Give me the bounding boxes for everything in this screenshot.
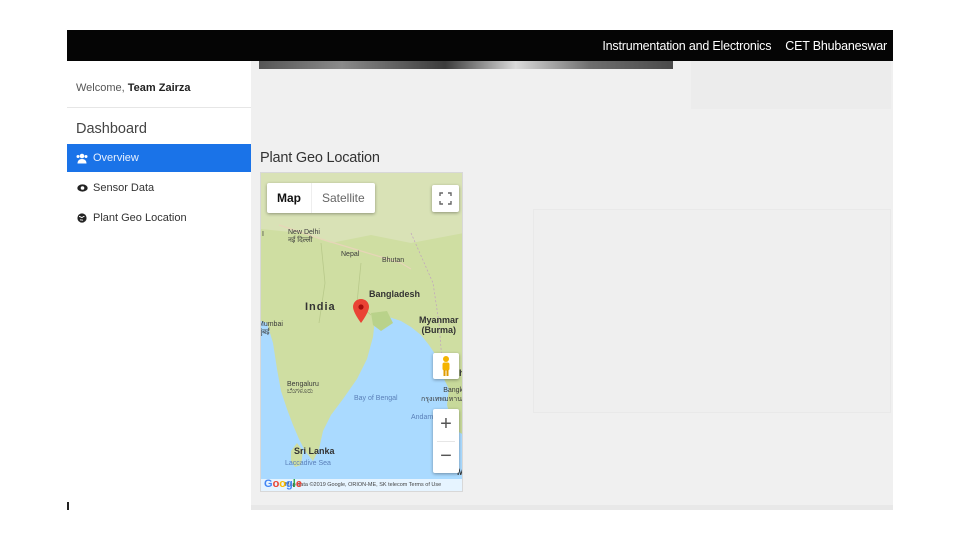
google-logo: Google [264,478,302,490]
text-cursor-icon [67,502,69,510]
map-label-andaman: Andam [411,414,434,421]
empty-card [691,61,891,109]
map-label-edge-h: h [459,368,462,378]
sidebar-item-label: Plant Geo Location [93,212,187,224]
zoom-in-button[interactable]: + [433,409,459,441]
map-label-laccadive-sea: Laccadive Sea [285,460,331,467]
eye-icon [76,182,88,194]
content-bottom-border [251,505,893,510]
main-content: Plant Geo Location Map Satellite New Del… [251,61,893,505]
sidebar-item-plant-geo-location[interactable]: Plant Geo Location [67,204,251,232]
sidebar-item-label: Overview [93,152,139,164]
map-label-bangkok: Bangkok กรุงเทพมหานคร [421,387,463,403]
zoom-out-button[interactable]: − [433,441,459,473]
sidebar-item-label: Sensor Data [93,182,155,194]
sidebar-section-title: Dashboard [76,121,147,137]
map-type-map-button[interactable]: Map [267,183,311,213]
navbar-link-department[interactable]: Instrumentation and Electronics [602,39,771,53]
map-label-edge-i: I [262,231,264,238]
map-label-bangladesh: Bangladesh [369,289,421,299]
zoom-divider [437,441,455,442]
location-marker-icon[interactable] [353,299,369,323]
navbar-link-college[interactable]: CET Bhubaneswar [785,39,887,53]
fullscreen-button[interactable] [432,185,459,212]
map-label-new-delhi: New Delhi नई दिल्ली [288,229,320,244]
zoom-control: + − [433,409,459,473]
map-type-satellite-button[interactable]: Satellite [311,183,375,213]
globe-icon [76,212,88,224]
map-label-nepal: Nepal [341,251,360,258]
welcome-user: Team Zairza [127,82,191,94]
map-label-mumbai: Mumbai मुंबई [260,321,283,336]
pegman-icon [442,356,450,376]
map-label-bengaluru: Bengaluru ಬೆಂಗಳೂರು [287,381,319,395]
welcome-text: Welcome, Team Zairza [76,82,191,94]
map-label-india: India [305,301,336,313]
banner-image [259,61,673,69]
welcome-prefix: Welcome, [76,82,125,94]
map-type-control: Map Satellite [267,183,375,213]
empty-panel [533,209,891,413]
users-icon [76,152,88,164]
map-label-bhutan: Bhutan [382,257,405,264]
map-label-sri-lanka: Sri Lanka [294,446,335,456]
map-label-bay-of-bengal: Bay of Bengal [354,395,398,402]
panel-title: Plant Geo Location [260,150,380,166]
sidebar-item-sensor-data[interactable]: Sensor Data [67,174,251,202]
sidebar: Welcome, Team Zairza Dashboard Overview … [67,61,251,510]
map-label-myanmar: Myanmar (Burma) [419,315,459,335]
sidebar-divider [67,107,251,108]
navbar-links: Instrumentation and Electronics CET Bhub… [602,30,893,61]
top-navbar: Instrumentation and Electronics CET Bhub… [67,30,893,61]
map-widget[interactable]: Map Satellite New Delhi नई दिल्ली Nepal … [260,172,463,492]
street-view-pegman-button[interactable] [433,353,459,379]
fullscreen-icon [439,192,452,205]
sidebar-item-overview[interactable]: Overview [67,144,251,172]
